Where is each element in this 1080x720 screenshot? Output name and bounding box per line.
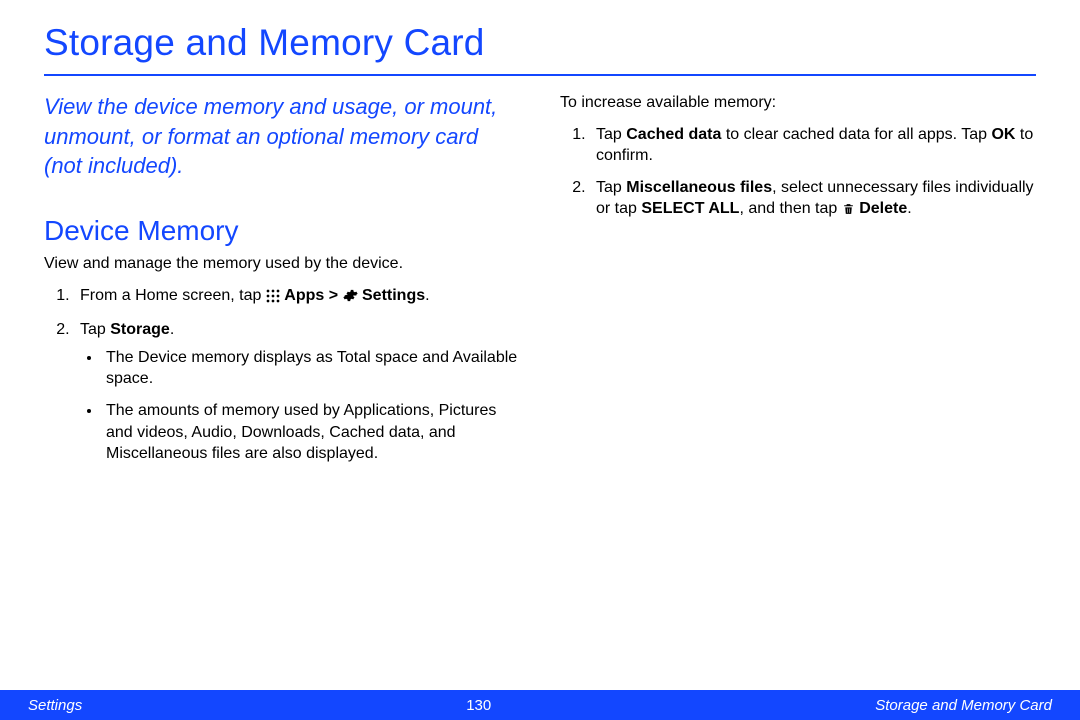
footer-left: Settings	[28, 697, 82, 714]
left-column: View the device memory and usage, or mou…	[44, 92, 520, 475]
misc-files-label: Miscellaneous files	[626, 179, 772, 196]
section-heading: Device Memory	[44, 215, 520, 247]
section-description: View and manage the memory used by the d…	[44, 253, 520, 275]
right-step-1: Tap Cached data to clear cached data for…	[590, 124, 1036, 167]
gear-icon	[343, 288, 358, 310]
cached-data-label: Cached data	[626, 126, 721, 143]
settings-label: Settings	[362, 287, 425, 304]
text: From a Home screen, tap	[80, 287, 266, 304]
left-bullet-2: The amounts of memory used by Applicatio…	[102, 400, 520, 465]
storage-label: Storage	[110, 321, 170, 338]
left-steps: From a Home screen, tap Apps > Settings.…	[44, 285, 520, 465]
apps-grid-icon	[266, 289, 280, 303]
footer-right: Storage and Memory Card	[875, 697, 1052, 714]
right-intro: To increase available memory:	[560, 92, 1036, 114]
apps-label: Apps	[284, 287, 324, 304]
delete-label: Delete	[859, 200, 907, 217]
left-bullets: The Device memory displays as Total spac…	[80, 347, 520, 465]
right-step-2: Tap Miscellaneous files, select unnecess…	[590, 177, 1036, 223]
text: Tap	[596, 179, 626, 196]
trash-icon	[842, 201, 855, 223]
left-step-1: From a Home screen, tap Apps > Settings.	[74, 285, 520, 310]
right-column: To increase available memory: Tap Cached…	[560, 92, 1036, 475]
text: , and then tap	[739, 200, 841, 217]
page-footer: Settings 130 Storage and Memory Card	[0, 690, 1080, 720]
select-all-label: SELECT ALL	[641, 200, 739, 217]
ok-label: OK	[991, 126, 1015, 143]
text: .	[425, 287, 429, 304]
left-step-2: Tap Storage. The Device memory displays …	[74, 319, 520, 465]
text: .	[170, 321, 174, 338]
intro-text: View the device memory and usage, or mou…	[44, 92, 520, 181]
footer-page-number: 130	[466, 697, 491, 714]
left-bullet-1: The Device memory displays as Total spac…	[102, 347, 520, 390]
text: Tap	[80, 321, 110, 338]
gt-separator: >	[329, 287, 343, 304]
text: Tap	[596, 126, 626, 143]
title-divider	[44, 74, 1036, 76]
page-title: Storage and Memory Card	[44, 22, 1036, 64]
text: .	[907, 200, 911, 217]
right-steps: Tap Cached data to clear cached data for…	[560, 124, 1036, 223]
text: to clear cached data for all apps. Tap	[721, 126, 991, 143]
